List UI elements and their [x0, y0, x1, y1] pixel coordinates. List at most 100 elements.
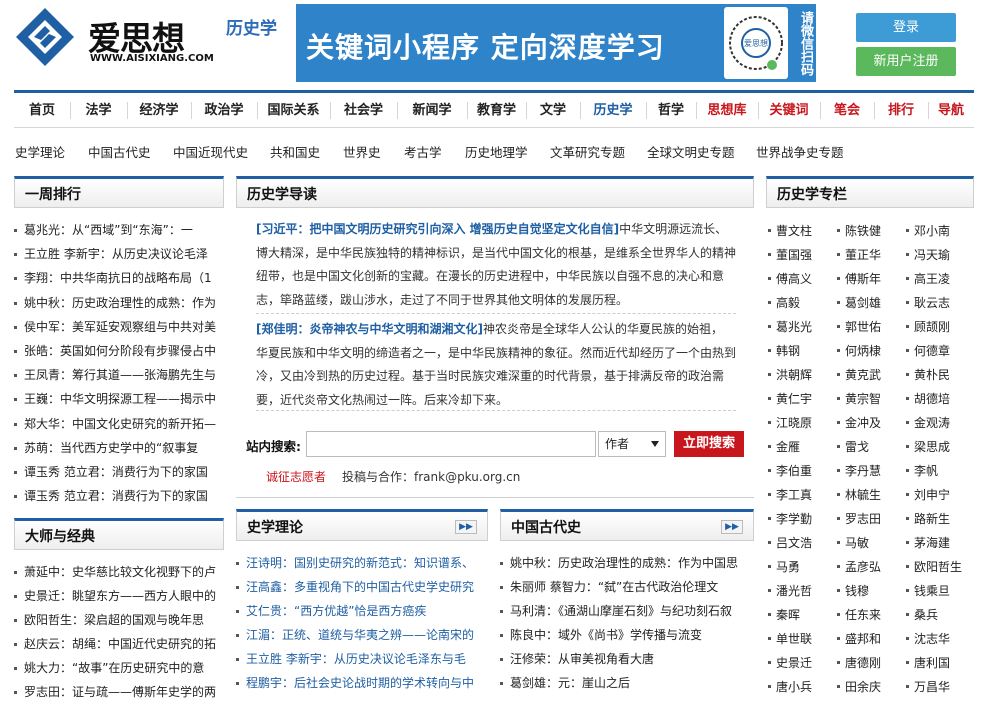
- columnist-link[interactable]: 孟彦弘: [836, 555, 881, 579]
- list-item[interactable]: 张皓：英国如何分阶段有步骤侵占中: [14, 339, 224, 363]
- columnist-link[interactable]: 李工真: [767, 483, 812, 507]
- subnav-item-0[interactable]: 史学理论: [15, 142, 65, 161]
- columnist-link[interactable]: 田余庆: [836, 675, 881, 699]
- nav-item-12[interactable]: 关键词: [758, 93, 820, 128]
- columnist-link[interactable]: 耿云志: [905, 291, 950, 315]
- columnist-link[interactable]: 高毅: [767, 291, 800, 315]
- nav-item-15[interactable]: 导航: [928, 93, 974, 128]
- columnist-link[interactable]: 梁思成: [905, 435, 950, 459]
- list-item[interactable]: 罗志田：证与疏——傅斯年史学的两: [14, 680, 224, 704]
- list-item[interactable]: 姚中秋：历史政治理性的成熟：作为中国思: [500, 551, 754, 575]
- columnist-link[interactable]: 钱乘旦: [905, 579, 950, 603]
- list-item[interactable]: 江湄：正统、道统与华夷之辨——论南宋的: [236, 623, 488, 647]
- subnav-item-5[interactable]: 考古学: [404, 142, 442, 161]
- list-item[interactable]: 汪高鑫：多重视角下的中国古代史学史研究: [236, 575, 488, 599]
- list-item[interactable]: 苏萌：当代西方史学中的“叙事复: [14, 436, 224, 460]
- columnist-link[interactable]: 潘光哲: [767, 579, 812, 603]
- search-input[interactable]: [306, 431, 596, 457]
- columnist-link[interactable]: 何德章: [905, 339, 950, 363]
- columnist-link[interactable]: 高王凌: [905, 267, 950, 291]
- list-item[interactable]: 王立胜 李新宇：从历史决议论毛泽东与毛: [236, 647, 488, 671]
- columnist-link[interactable]: 任东来: [836, 603, 881, 627]
- list-item[interactable]: 欧阳哲生：梁启超的国观与晚年思: [14, 608, 224, 632]
- list-item[interactable]: 王凤青：筹行其道——张海鹏先生与: [14, 363, 224, 387]
- columnist-link[interactable]: 唐小兵: [767, 675, 812, 699]
- columnist-link[interactable]: 葛剑雄: [836, 291, 881, 315]
- register-button[interactable]: 新用户注册: [856, 47, 956, 76]
- list-item[interactable]: 赵庆云：胡绳：中国近代史研究的拓: [14, 632, 224, 656]
- columnist-link[interactable]: 唐利国: [905, 651, 950, 675]
- list-item[interactable]: 葛剑雄：元：崖山之后: [500, 671, 754, 695]
- guide-article-2-link[interactable]: [郑佳明：炎帝神农与中华文明和湖湘文化]: [256, 322, 483, 336]
- list-item[interactable]: 汪诗明：国别史研究的新范式：知识谱系、: [236, 551, 488, 575]
- search-field-select[interactable]: 作者: [598, 431, 666, 457]
- columnist-link[interactable]: 李丹慧: [836, 459, 881, 483]
- columnist-link[interactable]: 单世联: [767, 627, 812, 651]
- columnist-link[interactable]: 金观涛: [905, 411, 950, 435]
- columnist-link[interactable]: 何炳棣: [836, 339, 881, 363]
- section-tag[interactable]: 历史学: [226, 14, 277, 39]
- columnist-link[interactable]: 钱穆: [836, 579, 869, 603]
- nav-item-4[interactable]: 国际关系: [257, 93, 330, 128]
- columnist-link[interactable]: 沈志华: [905, 627, 950, 651]
- ancient-title[interactable]: 中国古代史: [511, 517, 581, 537]
- more-arrow-icon[interactable]: ▶▶: [455, 520, 477, 534]
- columnist-link[interactable]: 万昌华: [905, 675, 950, 699]
- nav-item-0[interactable]: 首页: [14, 93, 70, 128]
- list-item[interactable]: 李翔：中共华南抗日的战略布局（1: [14, 266, 224, 290]
- columnist-link[interactable]: 江晓原: [767, 411, 812, 435]
- columnist-link[interactable]: 傅斯年: [836, 267, 881, 291]
- columnist-link[interactable]: 葛兆光: [767, 315, 812, 339]
- nav-item-9[interactable]: 历史学: [580, 93, 646, 128]
- columnist-link[interactable]: 史景迁: [767, 651, 812, 675]
- columnist-link[interactable]: 胡德培: [905, 387, 950, 411]
- columnist-link[interactable]: 李帆: [905, 459, 938, 483]
- columnist-link[interactable]: 傅高义: [767, 267, 812, 291]
- columnist-link[interactable]: 欧阳哲生: [905, 555, 962, 579]
- columnist-link[interactable]: 马敏: [836, 531, 869, 555]
- list-item[interactable]: 王立胜 李新宇：从历史决议论毛泽: [14, 242, 224, 266]
- nav-item-6[interactable]: 新闻学: [397, 93, 467, 128]
- list-item[interactable]: 姚大力：“故事”在历史研究中的意: [14, 656, 224, 680]
- more-arrow-icon[interactable]: ▶▶: [721, 520, 743, 534]
- columnist-link[interactable]: 马勇: [767, 555, 800, 579]
- list-item[interactable]: 汪修荣：从审美视角看大唐: [500, 647, 754, 671]
- login-button[interactable]: 登录: [856, 13, 956, 42]
- site-logo[interactable]: 爱思想 WWW.AISIXIANG.COM: [14, 6, 214, 68]
- search-button[interactable]: 立即搜索: [674, 431, 744, 457]
- nav-item-5[interactable]: 社会学: [330, 93, 397, 128]
- nav-item-1[interactable]: 法学: [70, 93, 127, 128]
- columnist-link[interactable]: 茅海建: [905, 531, 950, 555]
- columnist-link[interactable]: 桑兵: [905, 603, 938, 627]
- nav-item-2[interactable]: 经济学: [127, 93, 191, 128]
- list-item[interactable]: 朱丽师 蔡智力：“弑”在古代政治伦理文: [500, 575, 754, 599]
- list-item[interactable]: 郑大华：中国文化史研究的新开拓—: [14, 412, 224, 436]
- nav-item-3[interactable]: 政治学: [191, 93, 257, 128]
- columnist-link[interactable]: 洪朝辉: [767, 363, 812, 387]
- list-item[interactable]: 马利清：《通湖山摩崖石刻》与纪功刻石叙: [500, 599, 754, 623]
- subnav-item-7[interactable]: 文革研究专题: [550, 142, 625, 161]
- columnist-link[interactable]: 黄朴民: [905, 363, 950, 387]
- nav-item-14[interactable]: 排行: [874, 93, 928, 128]
- columnist-link[interactable]: 董正华: [836, 243, 881, 267]
- promo-banner[interactable]: 关键词小程序 定向深度学习 爱思想 请微信扫码: [296, 4, 816, 82]
- list-item[interactable]: 谭玉秀 范立君：消费行为下的家国: [14, 460, 224, 484]
- columnist-link[interactable]: 冯天瑜: [905, 243, 950, 267]
- nav-item-8[interactable]: 文学: [526, 93, 580, 128]
- columnist-link[interactable]: 林毓生: [836, 483, 881, 507]
- subnav-item-1[interactable]: 中国古代史: [88, 142, 151, 161]
- list-item[interactable]: 姚中秋：历史政治理性的成熟：作为: [14, 291, 224, 315]
- list-item[interactable]: 程鹏宇：后社会史论战时期的学术转向与中: [236, 671, 488, 695]
- columnist-link[interactable]: 刘申宁: [905, 483, 950, 507]
- columnist-link[interactable]: 金冲及: [836, 411, 881, 435]
- theory-title[interactable]: 史学理论: [247, 517, 303, 537]
- columnist-link[interactable]: 罗志田: [836, 507, 881, 531]
- nav-item-11[interactable]: 思想库: [696, 93, 758, 128]
- columnist-link[interactable]: 董国强: [767, 243, 812, 267]
- columnist-link[interactable]: 李伯重: [767, 459, 812, 483]
- subnav-item-6[interactable]: 历史地理学: [465, 142, 528, 161]
- guide-article-1-link[interactable]: [习近平：把中国文明历史研究引向深入 增强历史自觉坚定文化自信]: [256, 222, 619, 236]
- list-item[interactable]: 侯中军：美军延安观察组与中共对美: [14, 315, 224, 339]
- columnist-link[interactable]: 郭世佑: [836, 315, 881, 339]
- columnist-link[interactable]: 韩钢: [767, 339, 800, 363]
